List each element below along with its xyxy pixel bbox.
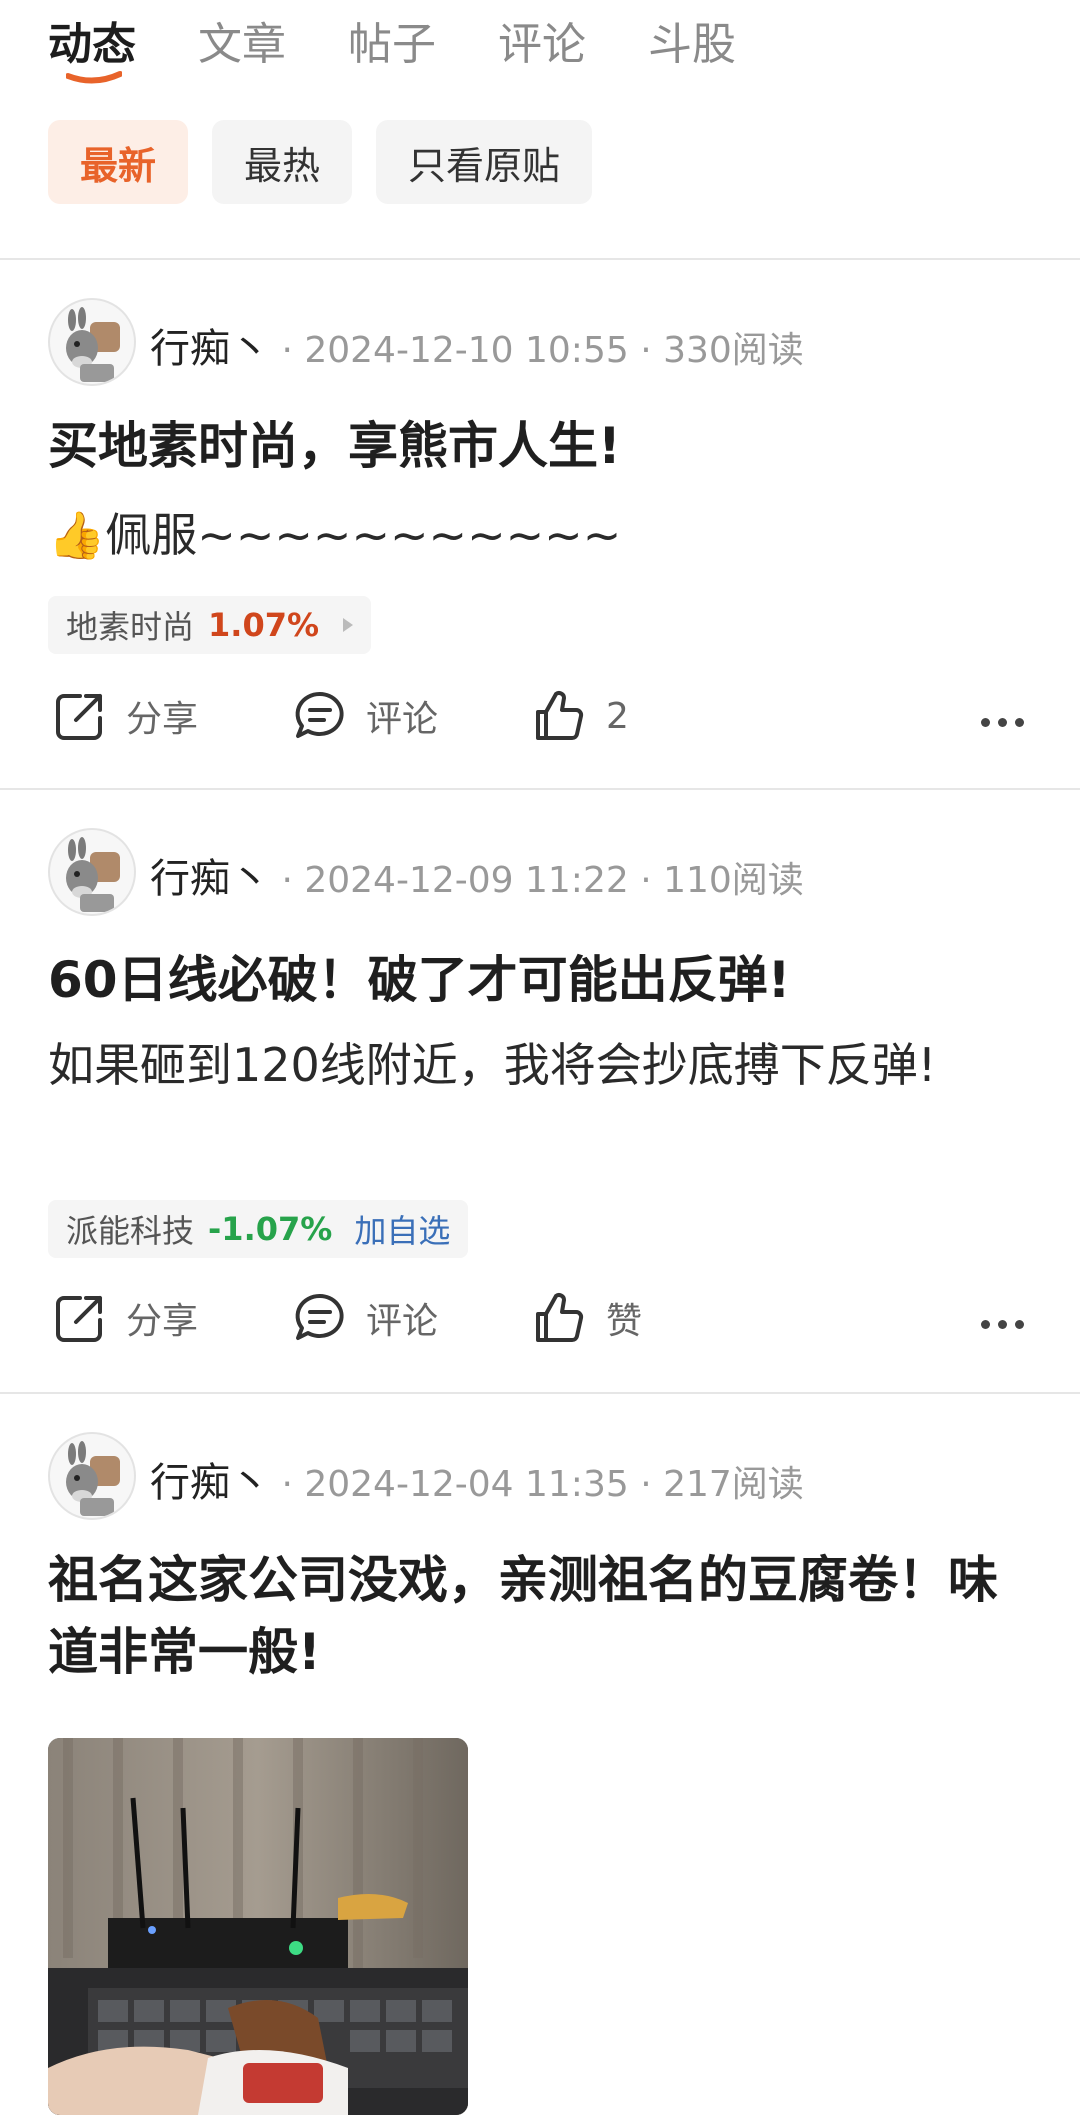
add-to-watchlist-button[interactable]: 加自选 (354, 1206, 450, 1252)
post-title[interactable]: 买地素时尚，享熊市人生! (48, 410, 1038, 482)
share-label: 分享 (126, 1301, 199, 1342)
filter-latest-button[interactable]: 最新 (48, 120, 189, 204)
share-button[interactable]: 分享 (52, 688, 198, 744)
more-options-icon[interactable] (981, 718, 1024, 727)
tab-comments[interactable]: 评论 (498, 8, 586, 72)
post-title[interactable]: 60日线必破！破了才可能出反弹! (48, 944, 1038, 1016)
tofu-roll-photo (48, 1738, 468, 2115)
tab-dynamics[interactable]: 动态 (48, 8, 136, 72)
top-tab-bar: 动态 文章 帖子 评论 斗股 (0, 0, 1080, 84)
post-photo[interactable] (48, 1738, 468, 2115)
author-name[interactable]: 行痴丶 (150, 1460, 270, 1506)
share-icon (56, 1296, 102, 1342)
stock-name: 地素时尚 (66, 608, 195, 646)
filter-hottest-button[interactable]: 最热 (212, 120, 353, 204)
avatar[interactable] (48, 828, 136, 916)
comment-label: 评论 (366, 1301, 439, 1342)
donkey-avatar-icon (66, 307, 120, 382)
divider (0, 258, 1080, 260)
post-meta: 行痴丶 · 2024-12-04 11:35 · 217阅读 (150, 1460, 804, 1506)
divider (0, 788, 1080, 790)
post-meta: 行痴丶 · 2024-12-09 11:22 · 110阅读 (150, 856, 804, 902)
filter-original-only-button[interactable]: 只看原贴 (376, 120, 593, 204)
thumbs-up-emoji: 👍 (48, 508, 106, 562)
active-tab-indicator (66, 71, 122, 84)
tab-articles[interactable]: 文章 (198, 8, 286, 72)
stock-change: -1.07% (208, 1210, 333, 1248)
post-date: 2024-12-09 11:22 (304, 860, 629, 901)
avatar[interactable] (48, 298, 136, 386)
post-body[interactable]: 👍佩服~~~~~~~~~~~ (48, 504, 968, 566)
stock-tag[interactable]: 派能科技 -1.07% 加自选 (48, 1200, 469, 1258)
thumbs-up-icon (536, 691, 584, 740)
tab-posts[interactable]: 帖子 (348, 8, 436, 72)
comment-button[interactable]: 评论 (292, 1290, 438, 1346)
avatar[interactable] (48, 1432, 136, 1520)
comment-icon (295, 691, 344, 738)
read-count: 217阅读 (663, 1464, 804, 1505)
comment-button[interactable]: 评论 (292, 688, 438, 744)
filter-bar: 最新 最热 只看原贴 (48, 120, 593, 204)
share-icon (56, 694, 102, 740)
post-body[interactable]: 如果砸到120线附近，我将会抄底搏下反弹! (48, 1034, 968, 1096)
post-date: 2024-12-10 10:55 (304, 330, 629, 371)
post-actions: 分享 评论 2 (0, 688, 1080, 758)
post-date: 2024-12-04 11:35 (304, 1464, 629, 1505)
donkey-avatar-icon (66, 1441, 120, 1516)
donkey-avatar-icon (66, 837, 120, 912)
share-button[interactable]: 分享 (52, 1290, 198, 1346)
comment-label: 评论 (366, 699, 439, 740)
stock-change: 1.07% (208, 606, 320, 644)
comment-icon (295, 1293, 344, 1340)
like-count: 2 (606, 695, 629, 737)
tab-stock-battle[interactable]: 斗股 (648, 8, 736, 72)
more-options-icon[interactable] (981, 1320, 1024, 1329)
author-name[interactable]: 行痴丶 (150, 856, 270, 902)
share-label: 分享 (126, 699, 199, 740)
post-actions: 分享 评论 赞 (0, 1290, 1080, 1360)
like-button[interactable]: 2 (532, 688, 629, 744)
like-label: 赞 (606, 1301, 643, 1342)
author-name[interactable]: 行痴丶 (150, 326, 270, 372)
like-button[interactable]: 赞 (532, 1290, 642, 1346)
divider (0, 1392, 1080, 1394)
stock-tag[interactable]: 地素时尚 1.07% (48, 596, 372, 654)
thumbs-up-icon (536, 1293, 584, 1342)
post-meta: 行痴丶 · 2024-12-10 10:55 · 330阅读 (150, 326, 804, 372)
read-count: 330阅读 (663, 330, 804, 371)
caret-right-icon (343, 618, 354, 632)
post-title[interactable]: 祖名这家公司没戏，亲测祖名的豆腐卷！味道非常一般! (48, 1544, 1038, 1688)
read-count: 110阅读 (663, 860, 804, 901)
stock-name: 派能科技 (66, 1212, 195, 1250)
